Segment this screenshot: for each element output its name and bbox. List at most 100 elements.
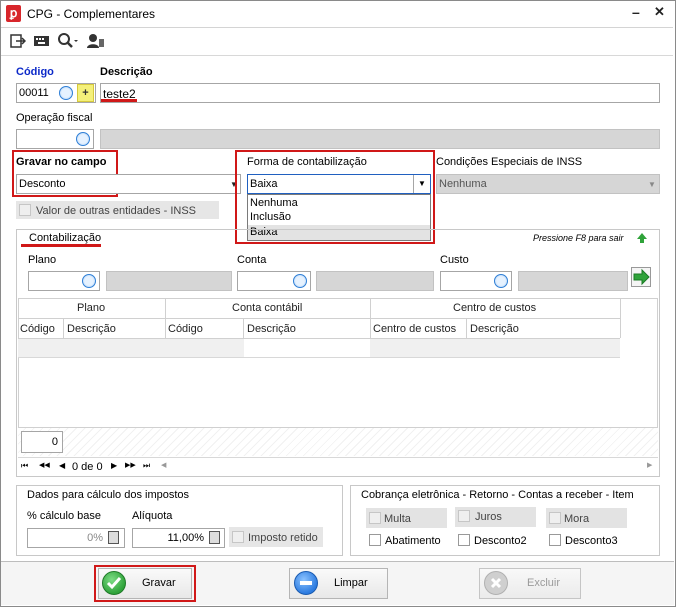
calculator-icon[interactable]	[108, 531, 119, 544]
cobranca-title: Cobrança eletrônica - Retorno - Contas a…	[361, 489, 634, 501]
retido-label: Imposto retido	[248, 532, 318, 544]
delete-icon	[484, 571, 508, 595]
search-icon[interactable]	[57, 32, 79, 52]
juros-checkbox[interactable]	[458, 510, 470, 522]
custo-search-icon[interactable]	[494, 274, 508, 288]
nav-prev-button[interactable]: ◀	[59, 461, 65, 470]
excluir-label: Excluir	[527, 577, 561, 589]
scroll-left-icon[interactable]: ◀	[161, 461, 166, 469]
contabilizacao-title: Contabilização	[28, 232, 103, 244]
codigo-search-icon[interactable]	[59, 86, 73, 100]
minimize-button[interactable]: –	[632, 4, 640, 20]
grid-separator	[620, 298, 621, 338]
operacao-label: Operação fiscal	[16, 112, 93, 124]
table-row[interactable]	[18, 339, 244, 357]
check-icon	[102, 571, 126, 595]
nav-next-button[interactable]: ▶	[111, 461, 117, 470]
plano-label: Plano	[28, 254, 57, 266]
base-label: % cálculo base	[27, 510, 101, 522]
conta-description	[316, 271, 434, 291]
conta-search-icon[interactable]	[293, 274, 307, 288]
codigo-label: Código	[16, 66, 54, 78]
inss-label: Condições Especiais de INSS	[436, 156, 583, 168]
col-descricao-conta[interactable]: Descrição	[247, 323, 296, 335]
grid-separator	[466, 318, 467, 338]
mora-label: Mora	[564, 513, 590, 525]
multa-checkbox[interactable]	[369, 512, 381, 524]
close-button[interactable]: ✕	[654, 4, 665, 20]
table-row[interactable]	[370, 339, 620, 357]
col-descricao-plano[interactable]: Descrição	[67, 323, 116, 335]
nav-last-button[interactable]: ⏭	[143, 461, 150, 471]
gravar-label: Gravar	[142, 577, 176, 589]
grid-separator	[63, 318, 64, 338]
operacao-search-icon[interactable]	[76, 132, 90, 146]
window-title: CPG - Complementares	[27, 7, 156, 21]
descricao-field[interactable]	[100, 83, 660, 103]
multa-label: Multa	[384, 513, 411, 525]
contabilizacao-underline-mark	[21, 244, 101, 247]
row-divider	[18, 357, 620, 358]
col-centro-custos[interactable]: Centro de custos	[373, 323, 456, 335]
minus-icon	[294, 571, 318, 595]
nav-first-button[interactable]: ⏮	[21, 461, 28, 471]
grid-header-divider	[18, 318, 620, 319]
col-codigo-conta[interactable]: Código	[168, 323, 203, 335]
abatimento-checkbox[interactable]	[369, 534, 381, 546]
forma-dropdown-icon[interactable]: ▼	[413, 175, 430, 193]
col-descricao-centro[interactable]: Descrição	[470, 323, 519, 335]
limpar-label: Limpar	[334, 577, 368, 589]
conta-label: Conta	[237, 254, 267, 266]
arrow-up-icon[interactable]	[636, 232, 648, 247]
nav-record-indicator: 0 de 0	[72, 461, 103, 473]
app-icon: ꝑ	[6, 5, 21, 22]
grid-group-plano: Plano	[77, 302, 106, 314]
desconto2-checkbox[interactable]	[458, 534, 470, 546]
grid-separator	[243, 318, 244, 338]
juros-label: Juros	[475, 511, 502, 523]
grid-separator	[370, 298, 371, 338]
desconto3-checkbox[interactable]	[549, 534, 561, 546]
mora-checkbox[interactable]	[549, 512, 561, 524]
codigo-add-button[interactable]: +	[77, 84, 94, 102]
descricao-label: Descrição	[100, 66, 153, 78]
forma-option-nenhuma[interactable]: Nenhuma	[248, 196, 430, 211]
grid-record-count: 0	[21, 431, 63, 453]
custo-label: Custo	[440, 254, 469, 266]
grid-footer	[18, 428, 658, 456]
abatimento-label: Abatimento	[385, 535, 441, 547]
forma-option-inclusao[interactable]: Inclusão	[248, 210, 430, 225]
col-codigo-plano[interactable]: Código	[20, 323, 55, 335]
descricao-underline-mark	[101, 99, 137, 102]
f8-hint: Pressione F8 para sair	[533, 233, 624, 243]
grid-group-centro: Centro de custos	[453, 302, 537, 314]
codigo-value: 00011	[19, 87, 49, 99]
desconto3-label: Desconto3	[565, 535, 618, 547]
valor-outras-label: Valor de outras entidades - INSS	[36, 205, 196, 217]
gravar-campo-value: Desconto	[19, 178, 66, 190]
nav-next-page-button[interactable]: ▶▶	[125, 461, 136, 469]
forma-label: Forma de contabilização	[247, 156, 367, 168]
valor-outras-checkbox[interactable]	[19, 204, 31, 216]
scroll-right-icon[interactable]: ▶	[647, 461, 652, 469]
retido-checkbox[interactable]	[232, 531, 244, 543]
grid-separator	[165, 298, 166, 338]
grid-group-conta: Conta contábil	[232, 302, 303, 314]
impostos-title: Dados para cálculo dos impostos	[27, 489, 190, 501]
gravar-campo-label: Gravar no campo	[16, 156, 107, 168]
nav-prev-page-button[interactable]: ◀◀	[39, 461, 50, 469]
inss-value: Nenhuma	[439, 178, 487, 190]
aliquota-label: Alíquota	[132, 510, 173, 522]
plano-search-icon[interactable]	[82, 274, 96, 288]
inss-chevron-icon: ▼	[648, 180, 656, 189]
calculator-icon[interactable]	[209, 531, 220, 544]
arrow-right-icon[interactable]	[631, 267, 651, 287]
user-icon[interactable]	[87, 33, 105, 53]
desconto2-label: Desconto2	[474, 535, 527, 547]
keyboard-icon[interactable]	[34, 34, 50, 54]
operacao-description	[100, 129, 660, 149]
forma-value: Baixa	[250, 178, 278, 190]
custo-description	[518, 271, 628, 291]
plano-description	[106, 271, 232, 291]
exit-icon[interactable]	[10, 33, 27, 53]
